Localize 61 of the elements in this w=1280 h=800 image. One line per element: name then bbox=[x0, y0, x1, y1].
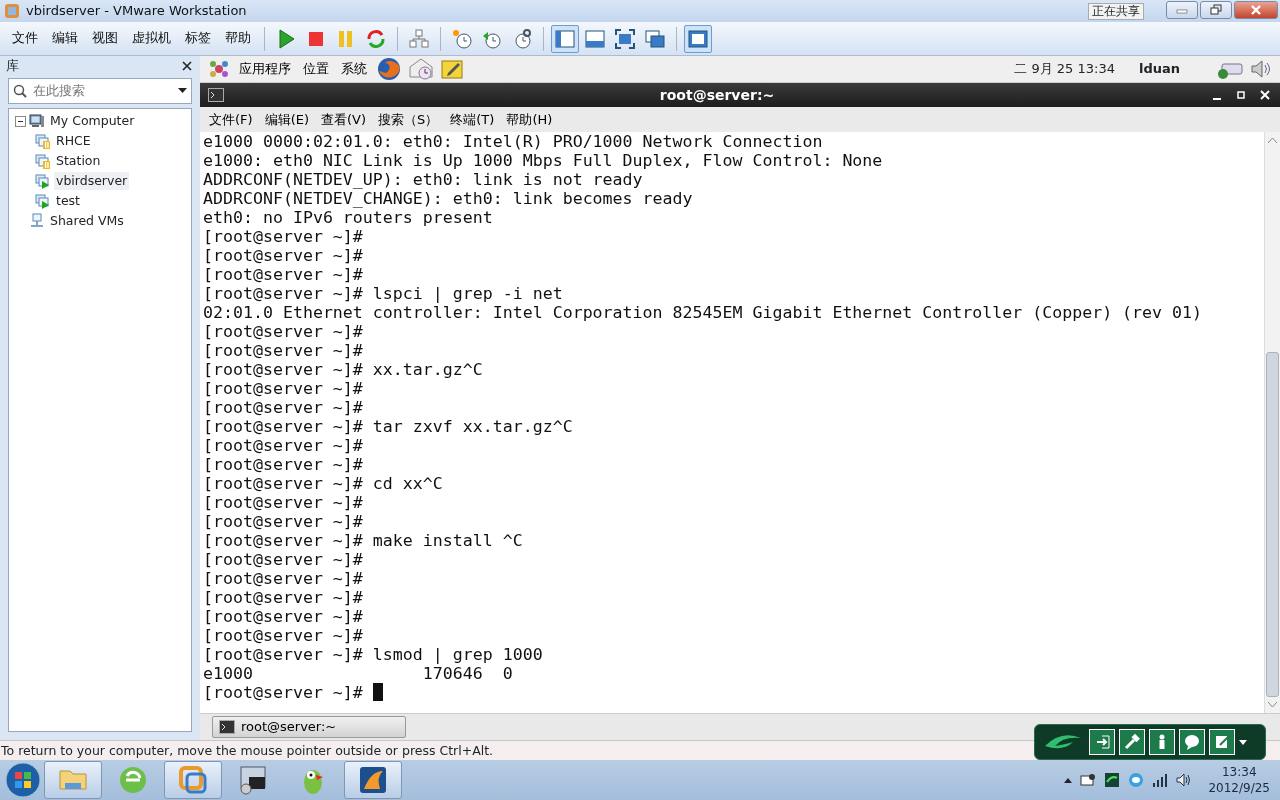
terminal-line: [root@server ~]# bbox=[203, 436, 364, 455]
menu-item[interactable]: 查看(V) bbox=[316, 109, 372, 130]
menu-item[interactable]: 终端(T) bbox=[445, 109, 500, 130]
terminal-line: 02:01.0 Ethernet controller: Intel Corporation 82545EM Gigabit Ethernet Controller (Copper) (rev 01) bbox=[203, 303, 1204, 322]
terminal-line: [root@server ~]# bbox=[203, 626, 364, 645]
terminal-line: e1000 0000:02:01.0: eth0: Intel(R) PRO/1000 Network Connection bbox=[203, 132, 824, 151]
menu-item[interactable]: 虚拟机 bbox=[126, 27, 177, 50]
menu-item[interactable]: 文件 bbox=[6, 27, 44, 50]
menu-item[interactable]: 文件(F) bbox=[204, 109, 258, 130]
sharing-label: 正在共享 bbox=[1088, 3, 1144, 20]
library-title: 库 bbox=[6, 57, 19, 76]
terminal-line: [root@server ~]# bbox=[203, 455, 364, 474]
tree-item[interactable]: test bbox=[54, 191, 82, 211]
terminal-line: [root@server ~]# bbox=[203, 512, 364, 531]
menu-item[interactable]: 搜索（S） bbox=[373, 109, 444, 130]
terminal-line: [root@server ~]# tar zxvf xx.tar.gz^C bbox=[203, 417, 574, 436]
menu-item[interactable]: 编辑(E) bbox=[259, 109, 314, 130]
terminal-line: eth0: no IPv6 routers present bbox=[203, 208, 494, 227]
terminal-line: [root@server ~]# lspci | grep -i net bbox=[203, 284, 564, 303]
terminal-line: ADDRCONF(NETDEV_UP): eth0: link is not ready bbox=[203, 170, 644, 189]
menu-item[interactable]: 视图 bbox=[86, 27, 124, 50]
terminal-line: [root@server ~]# bbox=[203, 683, 1264, 702]
terminal-line: [root@server ~]# bbox=[203, 569, 364, 588]
terminal-line: [root@server ~]# bbox=[203, 398, 364, 417]
terminal-line: [root@server ~]# bbox=[203, 341, 364, 360]
terminal-line: [root@server ~]# bbox=[203, 588, 364, 607]
window-title: vbirdserver - VMware Workstation bbox=[26, 2, 247, 21]
tree-item[interactable]: RHCE bbox=[54, 131, 93, 151]
user-name[interactable]: lduan bbox=[1138, 59, 1180, 79]
taskbar-button[interactable]: root@server:~ bbox=[212, 716, 406, 738]
terminal-line: [root@server ~]# bbox=[203, 607, 364, 626]
tree-item[interactable]: Shared VMs bbox=[48, 211, 126, 231]
terminal-line: ADDRCONF(NETDEV_CHANGE): eth0: link becomes ready bbox=[203, 189, 694, 208]
panel-menu[interactable]: 系统 bbox=[338, 59, 370, 79]
terminal-line: [root@server ~]# bbox=[203, 246, 364, 265]
terminal-line: e1000: eth0 NIC Link is Up 1000 Mbps Full Duplex, Flow Control: None bbox=[203, 151, 884, 170]
clock-time[interactable]: 13:34 bbox=[1221, 764, 1257, 780]
panel-menu[interactable]: 位置 bbox=[300, 59, 332, 79]
panel-menu[interactable]: 应用程序 bbox=[236, 59, 294, 79]
tree-item[interactable]: My Computer bbox=[48, 111, 137, 131]
terminal-line: [root@server ~]# bbox=[203, 493, 364, 512]
terminal-line: [root@server ~]# lsmod | grep 1000 bbox=[203, 645, 544, 664]
search-field[interactable]: 在此搜索 bbox=[8, 78, 192, 104]
terminal-line: e1000 170646 0 bbox=[203, 664, 514, 683]
menu-item[interactable]: 标签 bbox=[179, 27, 217, 50]
terminal-line: [root@server ~]# bbox=[203, 265, 364, 284]
menu-item[interactable]: 帮助 bbox=[219, 27, 257, 50]
tree-item[interactable]: Station bbox=[54, 151, 103, 171]
panel-clock[interactable]: 二 9月 25 13:34 bbox=[1014, 59, 1115, 79]
tree-item[interactable]: vbirdserver bbox=[54, 171, 130, 191]
terminal-line: [root@server ~]# xx.tar.gz^C bbox=[203, 360, 484, 379]
terminal-line: [root@server ~]# cd xx^C bbox=[203, 474, 444, 493]
terminal-line: [root@server ~]# bbox=[203, 227, 364, 246]
terminal-line: [root@server ~]# bbox=[203, 379, 364, 398]
terminal-line: [root@server ~]# make install ^C bbox=[203, 531, 524, 550]
terminal-line: [root@server ~]# bbox=[203, 322, 364, 341]
terminal-line: [root@server ~]# bbox=[203, 550, 364, 569]
terminal-title: root@server:~ bbox=[659, 85, 775, 105]
clock-date[interactable]: 2012/9/25 bbox=[1208, 780, 1270, 796]
menu-item[interactable]: 帮助(H) bbox=[501, 109, 558, 130]
menu-item[interactable]: 编辑 bbox=[46, 27, 84, 50]
